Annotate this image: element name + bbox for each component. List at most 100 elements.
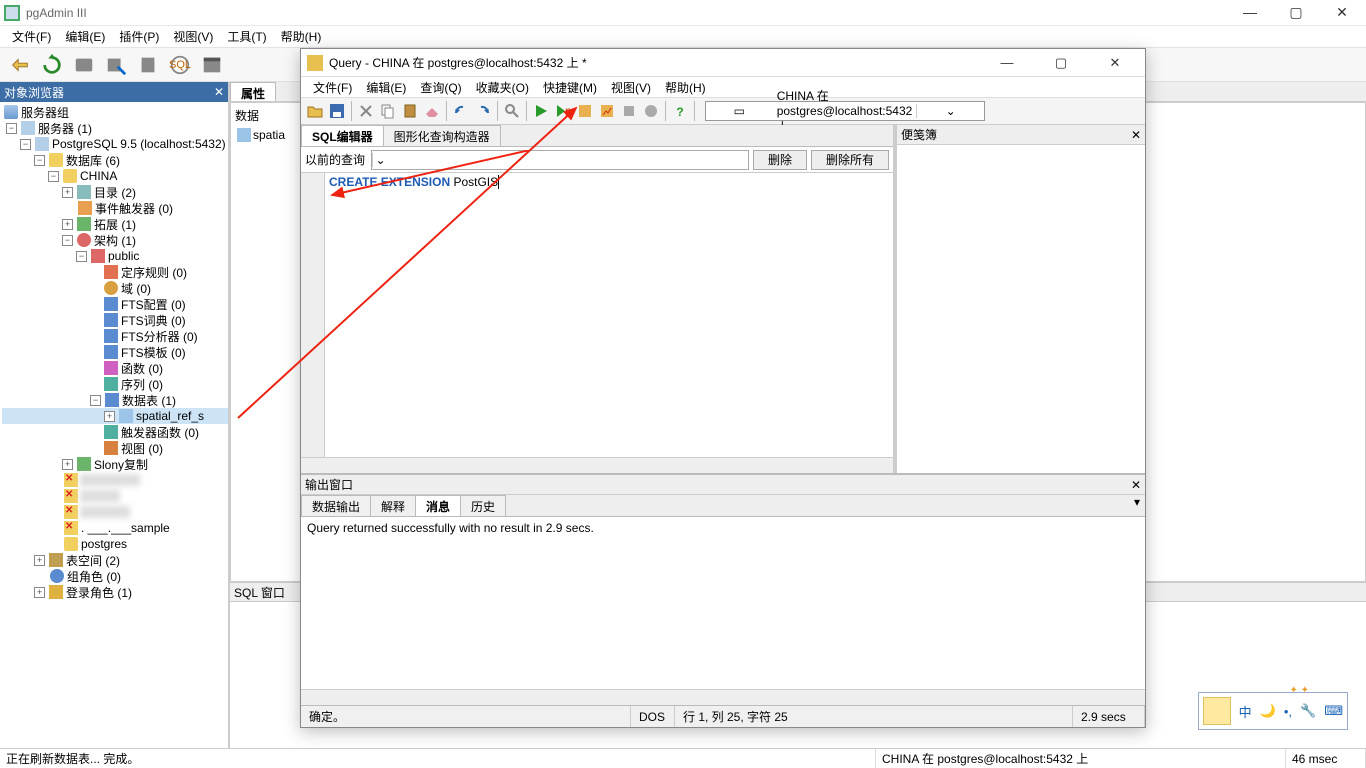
editor-horizontal-scrollbar[interactable] [301, 457, 893, 473]
paste-icon[interactable] [400, 101, 420, 121]
menu-file[interactable]: 文件(F) [6, 26, 57, 47]
view-data-icon[interactable] [198, 51, 226, 79]
menu-edit[interactable]: 编辑(E) [59, 26, 111, 47]
tab-messages[interactable]: 消息 [415, 495, 461, 516]
open-icon[interactable] [305, 101, 325, 121]
execute-icon[interactable] [531, 101, 551, 121]
tab-sql-editor[interactable]: SQL编辑器 [301, 125, 384, 146]
find-icon[interactable] [502, 101, 522, 121]
output-horizontal-scrollbar[interactable] [301, 689, 1145, 705]
ime-settings-button[interactable]: 🔧 [1296, 703, 1320, 719]
sql-icon[interactable]: SQL [166, 51, 194, 79]
tree-collations[interactable]: 定序规则 (0) [120, 264, 187, 281]
prev-queries-dropdown[interactable]: ⌄ [371, 150, 749, 170]
toggle-icon[interactable]: − [62, 235, 73, 246]
toggle-icon[interactable]: − [90, 395, 101, 406]
q-menu-favorites[interactable]: 收藏夹(O) [470, 78, 535, 97]
object-tree[interactable]: 服务器组 − 服务器 (1) − PostgreSQL 9.5 (localhost… [0, 102, 228, 748]
tree-login-roles[interactable]: 登录角色 (1) [65, 584, 132, 601]
ime-logo-icon[interactable] [1203, 697, 1231, 725]
toggle-icon[interactable]: − [6, 123, 17, 134]
tree-db-blurred-2[interactable] [80, 490, 120, 502]
output-messages-body[interactable]: Query returned successfully with no resu… [301, 517, 1145, 689]
tree-public[interactable]: public [107, 249, 139, 263]
scratchpad-close-icon[interactable]: ✕ [1131, 128, 1141, 142]
redo-icon[interactable] [473, 101, 493, 121]
sql-text-area[interactable]: CREATE EXTENSION PostGIS [325, 173, 893, 457]
toggle-icon[interactable]: + [104, 411, 115, 422]
chevron-down-icon[interactable]: ⌄ [372, 153, 388, 167]
delete-all-button[interactable]: 删除所有 [811, 150, 889, 170]
tree-extensions[interactable]: 拓展 (1) [93, 216, 136, 233]
connect-icon[interactable] [6, 51, 34, 79]
tree-group-roles[interactable]: 组角色 (0) [66, 568, 121, 585]
cancel-icon[interactable] [619, 101, 639, 121]
tree-schemas[interactable]: 架构 (1) [93, 232, 136, 249]
sql-editor[interactable]: CREATE EXTENSION PostGIS [301, 173, 893, 457]
props-spatial-item[interactable]: spatia [253, 128, 285, 142]
stop-icon[interactable] [641, 101, 661, 121]
tree-fts-parser[interactable]: FTS分析器 (0) [120, 328, 198, 345]
maximize-button[interactable]: ▢ [1282, 4, 1310, 21]
chevron-down-icon[interactable]: ⌄ [916, 104, 984, 118]
tree-server-group[interactable]: 服务器组 [20, 104, 69, 121]
tree-catalogs[interactable]: 目录 (2) [93, 184, 136, 201]
query-minimize-button[interactable]: — [989, 55, 1025, 71]
tree-db-blurred-1[interactable] [80, 474, 140, 486]
properties-icon[interactable] [70, 51, 98, 79]
minimize-button[interactable]: — [1236, 4, 1264, 21]
query-close-button[interactable]: ✕ [1097, 55, 1133, 71]
tree-views[interactable]: 视图 (0) [120, 440, 163, 457]
toggle-icon[interactable]: + [62, 459, 73, 470]
tab-properties[interactable]: 属性 [230, 82, 276, 101]
undo-icon[interactable] [451, 101, 471, 121]
tab-graphical-builder[interactable]: 图形化查询构造器 [383, 125, 501, 146]
menu-view[interactable]: 视图(V) [167, 26, 219, 47]
output-tab-menu-icon[interactable]: ▾ [1129, 495, 1145, 516]
tree-event-triggers[interactable]: 事件触发器 (0) [94, 200, 173, 217]
tree-fts-dict[interactable]: FTS词典 (0) [120, 312, 186, 329]
toggle-icon[interactable]: − [76, 251, 87, 262]
ime-keyboard-button[interactable]: ⌨ [1320, 703, 1347, 719]
output-close-icon[interactable]: ✕ [1131, 478, 1141, 492]
toggle-icon[interactable]: + [34, 555, 45, 566]
ime-toolbar[interactable]: ✦ ✦ 中 🌙 •, 🔧 ⌨ [1198, 692, 1348, 730]
tree-sequences[interactable]: 序列 (0) [120, 376, 163, 393]
clear-icon[interactable] [422, 101, 442, 121]
object-browser-close-icon[interactable]: ✕ [214, 85, 224, 99]
tree-db-blurred-3[interactable] [80, 506, 130, 518]
create-icon[interactable] [102, 51, 130, 79]
tree-server[interactable]: PostgreSQL 9.5 (localhost:5432) [51, 137, 226, 151]
tab-explain[interactable]: 解释 [370, 495, 416, 516]
drop-icon[interactable] [134, 51, 162, 79]
menu-tools[interactable]: 工具(T) [221, 26, 272, 47]
tree-fts-template[interactable]: FTS模板 (0) [120, 344, 186, 361]
ime-lang-button[interactable]: 中 [1235, 702, 1256, 721]
close-button[interactable]: ✕ [1328, 4, 1356, 21]
tree-databases[interactable]: 数据库 (6) [65, 152, 120, 169]
tree-tables[interactable]: 数据表 (1) [121, 392, 176, 409]
tree-db-sample[interactable]: . ___.___sample [80, 521, 170, 535]
query-titlebar[interactable]: Query - CHINA 在 postgres@localhost:5432 … [301, 49, 1145, 77]
explain-icon[interactable] [575, 101, 595, 121]
refresh-icon[interactable] [38, 51, 66, 79]
tree-spatial-ref-sys[interactable]: spatial_ref_s [135, 409, 204, 423]
q-menu-help[interactable]: 帮助(H) [659, 78, 712, 97]
ime-mode-button[interactable]: 🌙 [1256, 703, 1280, 719]
ime-punct-button[interactable]: •, [1280, 704, 1296, 719]
scratchpad-body[interactable] [897, 145, 1145, 473]
toggle-icon[interactable]: − [48, 171, 59, 182]
tree-db-china[interactable]: CHINA [79, 169, 117, 183]
q-menu-view[interactable]: 视图(V) [605, 78, 657, 97]
tree-slony[interactable]: Slony复制 [93, 456, 148, 473]
tab-history[interactable]: 历史 [460, 495, 506, 516]
execute-pgscript-icon[interactable]: pg [553, 101, 573, 121]
tree-fts-config[interactable]: FTS配置 (0) [120, 296, 186, 313]
delete-button[interactable]: 删除 [753, 150, 807, 170]
tree-tablespaces[interactable]: 表空间 (2) [65, 552, 120, 569]
q-menu-edit[interactable]: 编辑(E) [360, 78, 412, 97]
tree-servers[interactable]: 服务器 (1) [37, 120, 92, 137]
tree-domains[interactable]: 域 (0) [120, 280, 151, 297]
cut-icon[interactable] [356, 101, 376, 121]
tree-trigger-funcs[interactable]: 触发器函数 (0) [120, 424, 199, 441]
